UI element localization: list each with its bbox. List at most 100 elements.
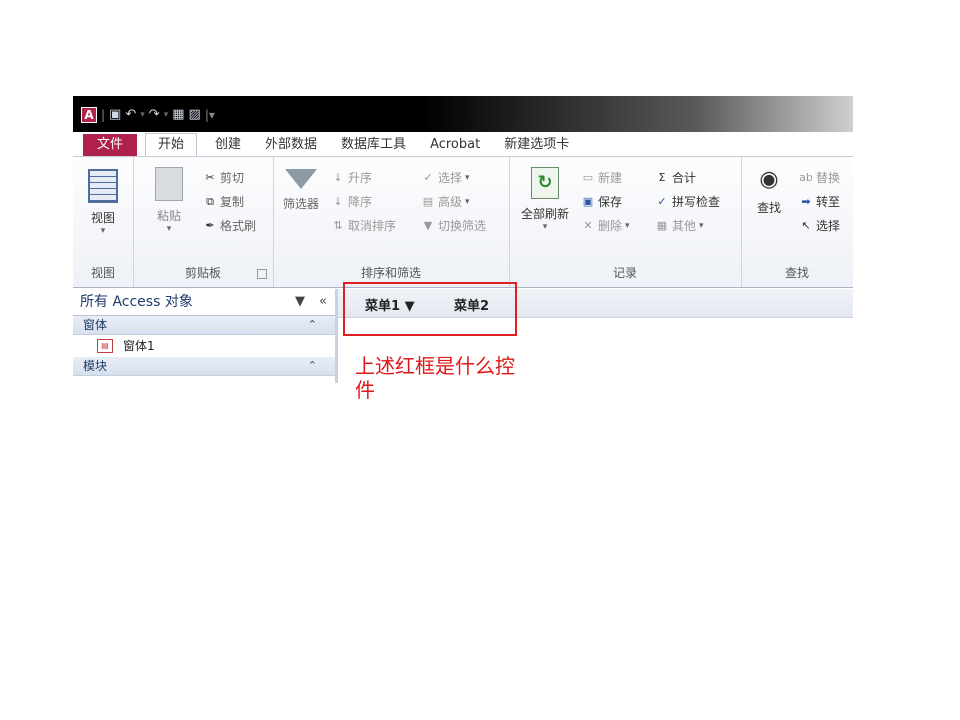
paste-icon <box>155 167 183 201</box>
totals-button[interactable]: Σ 合计 <box>655 169 697 186</box>
title-bar: A | ▣ ↶ ▾ ↷ ▾ ▦ ▨ |▾ <box>73 96 853 132</box>
navigation-pane: 所有 Access 对象 ▼ « 窗体 ⌃ ▤ 窗体1 模块 ⌃ <box>73 289 338 383</box>
chevron-down-icon: ▾ <box>166 224 172 234</box>
spelling-label: 拼写检查 <box>672 195 721 209</box>
selection-label: 选择 <box>438 171 463 185</box>
selection-filter-icon: ✓ <box>423 170 433 184</box>
group-sort-filter: 筛选器 ↓ 升序 ↓ 降序 ⇅ 取消排序 ✓ 选择 ▾ ▤ 高级 ▾ ▼ 切换筛… <box>273 157 510 287</box>
group-label-view: 视图 <box>90 266 115 280</box>
replace-button[interactable]: ab 替换 <box>799 169 840 186</box>
separator: | <box>101 108 106 122</box>
redo-dropdown-icon[interactable]: ▾ <box>164 110 169 120</box>
group-view: 视图 ▾ 视图 <box>73 157 134 287</box>
paste-button[interactable]: 粘贴 ▾ <box>151 167 187 234</box>
new-record-button[interactable]: ▭ 新建 <box>581 169 622 186</box>
delete-icon: ✕ <box>583 218 593 232</box>
copy-icon: ⧉ <box>206 194 214 208</box>
copy-button[interactable]: ⧉ 复制 <box>203 193 244 210</box>
tab-acrobat[interactable]: Acrobat <box>418 134 492 156</box>
collapse-pane-icon[interactable]: « <box>319 289 327 315</box>
scissors-icon: ✂ <box>205 170 215 184</box>
group-clipboard: 粘贴 ▾ ✂ 剪切 ⧉ 复制 ✒ 格式刷 剪贴板 <box>133 157 274 287</box>
nav-pane-title: 所有 Access 对象 <box>80 294 193 310</box>
descending-label: 降序 <box>348 195 373 209</box>
paste-label: 粘贴 <box>156 209 181 223</box>
group-label-sort-filter: 排序和筛选 <box>360 266 421 280</box>
funnel-icon <box>285 169 317 189</box>
selection-filter-button[interactable]: ✓ 选择 ▾ <box>421 169 470 186</box>
view-icon <box>88 169 118 203</box>
chevron-down-icon: ▾ <box>542 222 548 232</box>
tab-home[interactable]: 开始 <box>145 133 198 156</box>
annotation-red-box <box>343 282 517 336</box>
more-button[interactable]: ▦ 其他 ▾ <box>655 217 704 234</box>
select-label: 选择 <box>816 219 841 233</box>
nav-item-form1[interactable]: ▤ 窗体1 <box>73 335 335 357</box>
sigma-icon: Σ <box>658 170 666 184</box>
chevron-up-icon[interactable]: ⌃ <box>308 357 317 375</box>
tab-new[interactable]: 新建选项卡 <box>492 134 581 156</box>
view-button[interactable]: 视图 ▾ <box>83 169 123 236</box>
redo-icon[interactable]: ↷ <box>149 107 160 123</box>
cut-label: 剪切 <box>220 171 245 185</box>
nav-pane-header[interactable]: 所有 Access 对象 ▼ « <box>73 289 335 316</box>
filter-label: 筛选器 <box>282 197 319 211</box>
tab-external-data[interactable]: 外部数据 <box>253 134 329 156</box>
chevron-up-icon[interactable]: ⌃ <box>308 316 317 334</box>
undo-dropdown-icon[interactable]: ▾ <box>140 110 145 120</box>
spelling-button[interactable]: ✓ 拼写检查 <box>655 193 720 210</box>
spelling-icon: ✓ <box>657 194 667 208</box>
new-label: 新建 <box>598 171 623 185</box>
sort-ascending-icon: ↓ <box>333 170 343 184</box>
find-button[interactable]: ◉ 查找 <box>751 167 787 216</box>
tab-create[interactable]: 创建 <box>203 134 253 156</box>
ascending-button[interactable]: ↓ 升序 <box>331 169 372 186</box>
undo-icon[interactable]: ↶ <box>125 107 136 123</box>
access-logo-icon: A <box>81 107 97 123</box>
clear-sort-icon: ⇅ <box>333 218 343 232</box>
toggle-filter-label: 切换筛选 <box>438 219 487 233</box>
access-window: A | ▣ ↶ ▾ ↷ ▾ ▦ ▨ |▾ 文件 开始 创建 外部数据 数据库工具… <box>73 96 853 383</box>
goto-label: 转至 <box>816 195 841 209</box>
chevron-down-icon: ▾ <box>625 220 630 231</box>
format-painter-label: 格式刷 <box>220 219 257 233</box>
format-painter-button[interactable]: ✒ 格式刷 <box>203 217 256 234</box>
save-record-button[interactable]: ▣ 保存 <box>581 193 622 210</box>
clear-sort-label: 取消排序 <box>348 219 397 233</box>
delete-record-button[interactable]: ✕ 删除 ▾ <box>581 217 630 234</box>
refresh-icon: ↻ <box>531 167 559 199</box>
goto-button[interactable]: ➡ 转至 <box>799 193 840 210</box>
tab-file[interactable]: 文件 <box>83 134 137 156</box>
nav-menu-icon[interactable]: ▼ <box>295 289 305 315</box>
advanced-filter-button[interactable]: ▤ 高级 ▾ <box>421 193 470 210</box>
dialog-launcher-icon[interactable] <box>257 269 267 279</box>
quick-access-toolbar: A | ▣ ↶ ▾ ↷ ▾ ▦ ▨ |▾ <box>81 107 215 123</box>
nav-group-forms[interactable]: 窗体 ⌃ <box>73 316 335 335</box>
toggle-filter-button[interactable]: ▼ 切换筛选 <box>421 217 486 234</box>
totals-label: 合计 <box>672 171 697 185</box>
cursor-icon: ↖ <box>801 218 811 232</box>
advanced-label: 高级 <box>438 195 463 209</box>
more-label: 其他 <box>672 219 697 233</box>
save-record-icon: ▣ <box>582 194 594 208</box>
chevron-down-icon: ▾ <box>465 196 470 207</box>
chevron-down-icon: ▾ <box>699 220 704 231</box>
group-label-records: 记录 <box>612 266 637 280</box>
clear-sort-button[interactable]: ⇅ 取消排序 <box>331 217 396 234</box>
nav-group-modules[interactable]: 模块 ⌃ <box>73 357 335 376</box>
layout-icon[interactable]: ▨ <box>189 107 201 123</box>
save-icon[interactable]: ▣ <box>109 107 121 123</box>
select-button[interactable]: ↖ 选择 <box>799 217 840 234</box>
customize-qat-icon[interactable]: |▾ <box>205 108 215 122</box>
toggle-filter-icon: ▼ <box>423 218 433 232</box>
more-icon: ▦ <box>656 218 668 232</box>
filter-button[interactable]: 筛选器 <box>279 169 323 212</box>
group-label-clipboard: 剪贴板 <box>184 266 221 280</box>
chevron-down-icon: ▾ <box>465 172 470 183</box>
descending-button[interactable]: ↓ 降序 <box>331 193 372 210</box>
replace-icon: ab <box>799 170 813 184</box>
cut-button[interactable]: ✂ 剪切 <box>203 169 244 186</box>
refresh-all-button[interactable]: ↻ 全部刷新 ▾ <box>515 167 575 232</box>
customize-icon[interactable]: ▦ <box>172 107 184 123</box>
tab-database-tools[interactable]: 数据库工具 <box>329 134 418 156</box>
